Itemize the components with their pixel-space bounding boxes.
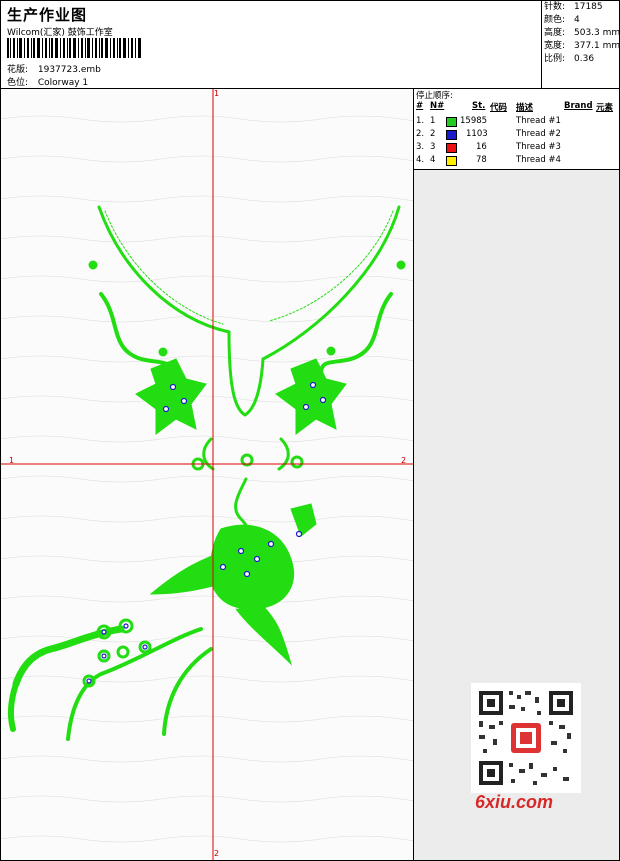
col-hash: #: [416, 101, 424, 111]
sheet-title: 生产作业图: [7, 6, 88, 24]
color-swatch: [446, 143, 457, 153]
embroidery-preview: [1, 89, 413, 860]
specs-panel: 针数: 17185 颜色: 4 高度: 503.3 mm 宽度: 377.1 mm 比例…: [542, 1, 620, 89]
marker-left: 1: [9, 456, 15, 465]
col-desc: 描述: [516, 103, 534, 113]
colorway-value: Colorway 1: [37, 78, 89, 88]
color-swatch: [446, 117, 457, 127]
design-file-name: 1937723.emb: [37, 65, 101, 75]
design-label: 花版:: [7, 65, 29, 75]
col-no: N#: [430, 101, 445, 111]
design-canvas[interactable]: 1 1 2 2: [1, 89, 414, 860]
table-header: # N# St. 代码 描述 Brand 元素: [416, 101, 616, 113]
spec-stitches: 针数: 17185: [544, 2, 603, 12]
colorway-line: 色位: Colorway 1: [7, 75, 88, 88]
colorway-label: 色位:: [7, 78, 29, 88]
watermark: 6xiu.com: [475, 792, 554, 812]
embroidery-design: [7, 205, 406, 741]
table-row[interactable]: 3. 3 16 Thread #3: [416, 142, 616, 154]
spec-colors: 颜色: 4: [544, 15, 580, 25]
spec-scale: 比例: 0.36: [544, 54, 595, 64]
spec-height: 高度: 503.3 mm: [544, 28, 620, 38]
color-swatch: [446, 156, 457, 166]
marker-right: 2: [401, 456, 407, 465]
stop-sequence-table: 停止顺序: # N# St. 代码 描述 Brand 元素 1. 1 15985…: [414, 89, 619, 170]
table-row[interactable]: 1. 1 15985 Thread #1: [416, 116, 616, 128]
design-file-line: 花版: 1937723.emb: [7, 62, 101, 75]
header-panel: 生产作业图 Wilcom(汇家) 鼓饰工作室 花版: 1937723.emb 色…: [1, 1, 542, 89]
barcode: [7, 38, 141, 58]
production-sheet: 生产作业图 Wilcom(汇家) 鼓饰工作室 花版: 1937723.emb 色…: [0, 0, 620, 861]
marker-bottom: 2: [214, 849, 220, 858]
table-row[interactable]: 2. 2 1103 Thread #2: [416, 129, 616, 141]
marker-top: 1: [214, 89, 220, 98]
sequin-dots: [86, 381, 327, 684]
company-name: Wilcom(汇家) 鼓饰工作室: [7, 28, 113, 38]
col-brand: Brand: [564, 101, 593, 111]
col-stitches: St.: [472, 101, 486, 111]
center-guides: [1, 89, 413, 860]
color-swatch: [446, 130, 457, 140]
table-row[interactable]: 4. 4 78 Thread #4: [416, 155, 616, 167]
stop-sequence-title: 停止顺序:: [416, 91, 453, 101]
spec-width: 宽度: 377.1 mm: [544, 41, 620, 51]
col-code: 代码: [490, 103, 508, 113]
col-element: 元素: [596, 103, 614, 113]
qr-code: [471, 683, 581, 793]
